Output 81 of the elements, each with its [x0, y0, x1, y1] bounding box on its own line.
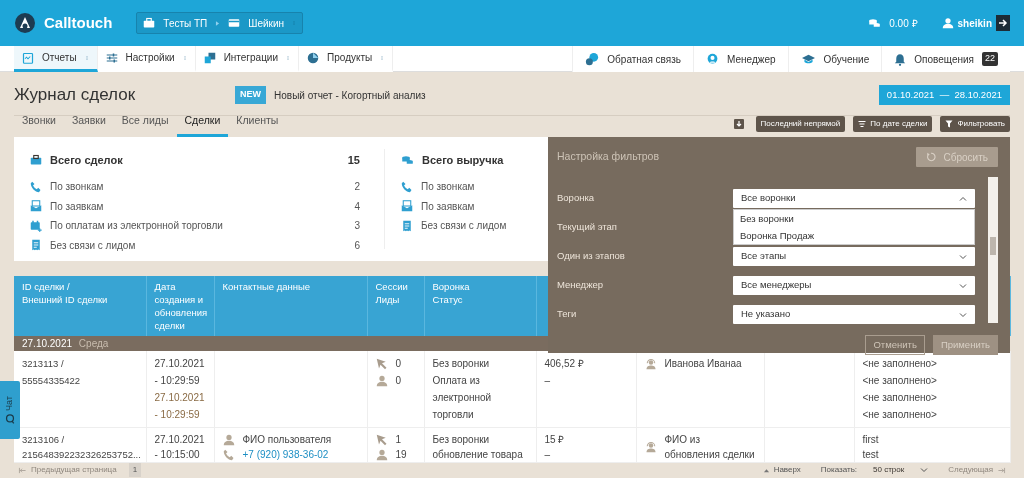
summary-value: 6: [354, 238, 360, 253]
created-date: 27.10.2021 - 10:15:00: [154, 433, 206, 462]
select-field[interactable]: Все этапы: [733, 247, 975, 266]
phone-link[interactable]: +7 (920) 938-36-02: [242, 447, 329, 462]
revenue-amount: 406,52 ₽: [544, 357, 585, 371]
summary-label: По оплатам из электронной торговли: [50, 219, 223, 234]
revenue-amount: 15 ₽: [544, 433, 566, 447]
breadcrumb-item[interactable]: Тесты ТП: [163, 15, 208, 31]
filter-label: Воронка: [557, 191, 596, 206]
field-value: <не заполнено>: [862, 408, 938, 422]
rows-select[interactable]: 50 строк: [873, 464, 929, 476]
updated-date: 27.10.2021 - 10:29:59: [154, 391, 206, 422]
field-value: test: [862, 448, 880, 462]
field-value: <не заполнено>: [862, 374, 938, 388]
summary-label: Без связи с лидом: [50, 238, 136, 253]
nav-tab[interactable]: Продукты: [299, 46, 394, 72]
manager-name: Иванова Иванаа: [664, 357, 742, 371]
manager-name: ФИО из обновления сделки: [664, 433, 756, 462]
created-date: 27.10.2021 - 10:29:59: [154, 357, 206, 388]
field-value: first: [862, 433, 880, 447]
summary-title: Всего сделок: [50, 152, 123, 168]
chat-tab[interactable]: Чат: [0, 381, 20, 439]
nav-tab[interactable]: Отчеты: [14, 46, 98, 72]
select-field[interactable]: Все менеджеры: [733, 276, 975, 295]
nav-link[interactable]: Обучение: [787, 46, 882, 72]
nav-link[interactable]: Обратная связь: [572, 46, 693, 72]
filter-label: Текущий этап: [557, 220, 618, 235]
filter-label: Менеджер: [557, 278, 605, 293]
summary-title: Всего выручка: [422, 152, 504, 168]
summary-value: 2: [354, 180, 360, 195]
secondary-value: –: [544, 374, 552, 388]
summary-value: 3: [354, 219, 360, 234]
funnel-name: Без воронки: [432, 433, 491, 447]
field-value: <не заполнено>: [862, 357, 938, 371]
summary-total: 15: [347, 152, 360, 168]
deal-status: Оплата из электронной торговли: [432, 374, 493, 422]
summary-label: По звонкам: [421, 180, 475, 195]
nav-link[interactable]: Оповещения 22: [881, 46, 1010, 72]
report-tab[interactable]: Клиенты: [228, 113, 287, 137]
nav-link[interactable]: Менеджер: [693, 46, 788, 72]
breadcrumb-item[interactable]: Шейкин: [248, 15, 285, 31]
contact-name: ФИО пользователя: [242, 433, 332, 447]
secondary-value: –: [544, 448, 552, 462]
group-date: 27.10.2021: [22, 338, 73, 349]
attribution-button[interactable]: Последний непрямой: [755, 116, 846, 132]
group-weekday: Среда: [78, 338, 109, 349]
new-report-link[interactable]: Новый отчет - Когортный анализ: [274, 87, 426, 103]
session-count: 0: [395, 357, 402, 371]
page-number[interactable]: 1: [128, 463, 142, 477]
nav-tab[interactable]: Настройки: [97, 46, 196, 72]
report-tab[interactable]: Звонки: [14, 113, 64, 137]
report-tab[interactable]: Заявки: [63, 113, 114, 137]
summary-label: По заявкам: [50, 199, 104, 214]
summary-label: По заявкам: [421, 199, 475, 214]
dropdown-option[interactable]: Воронка Продаж: [734, 227, 974, 244]
filter-label: Один из этапов: [557, 249, 626, 264]
account-switcher[interactable]: Тесты ТП Шейкин: [136, 12, 304, 34]
summary-label: Без связи с лидом: [421, 219, 507, 234]
cancel-button[interactable]: Отменить: [865, 335, 925, 356]
back-to-top-link[interactable]: Наверх: [758, 464, 805, 476]
notification-count: 22: [982, 52, 998, 66]
filter-button[interactable]: Фильтровать: [940, 116, 1010, 132]
dropdown-option[interactable]: Без воронки: [734, 210, 974, 227]
field-value: <не заполнено>: [862, 391, 938, 405]
sort-button[interactable]: По дате сделки: [853, 116, 933, 132]
summary-label: По звонкам: [50, 180, 104, 195]
rows-label: Показать:: [820, 464, 858, 476]
report-tab[interactable]: Все лиды: [113, 113, 177, 137]
funnel-name: Без воронки: [432, 357, 491, 371]
panel-title: Настройка фильтров: [557, 149, 659, 165]
new-badge: NEW: [235, 86, 267, 104]
filter-label: Теги: [557, 307, 578, 322]
select-field[interactable]: Не указано: [733, 305, 975, 324]
deal-status: обновление товара: [432, 448, 524, 462]
summary-value: 4: [354, 199, 360, 214]
page-title: Журнал сделок: [14, 84, 136, 107]
select-field[interactable]: Все воронки: [733, 189, 975, 208]
nav-tab[interactable]: Интеграции: [195, 46, 300, 72]
lead-count: 19: [395, 448, 407, 462]
session-count: 1: [395, 433, 402, 447]
lead-count: 0: [395, 374, 402, 388]
